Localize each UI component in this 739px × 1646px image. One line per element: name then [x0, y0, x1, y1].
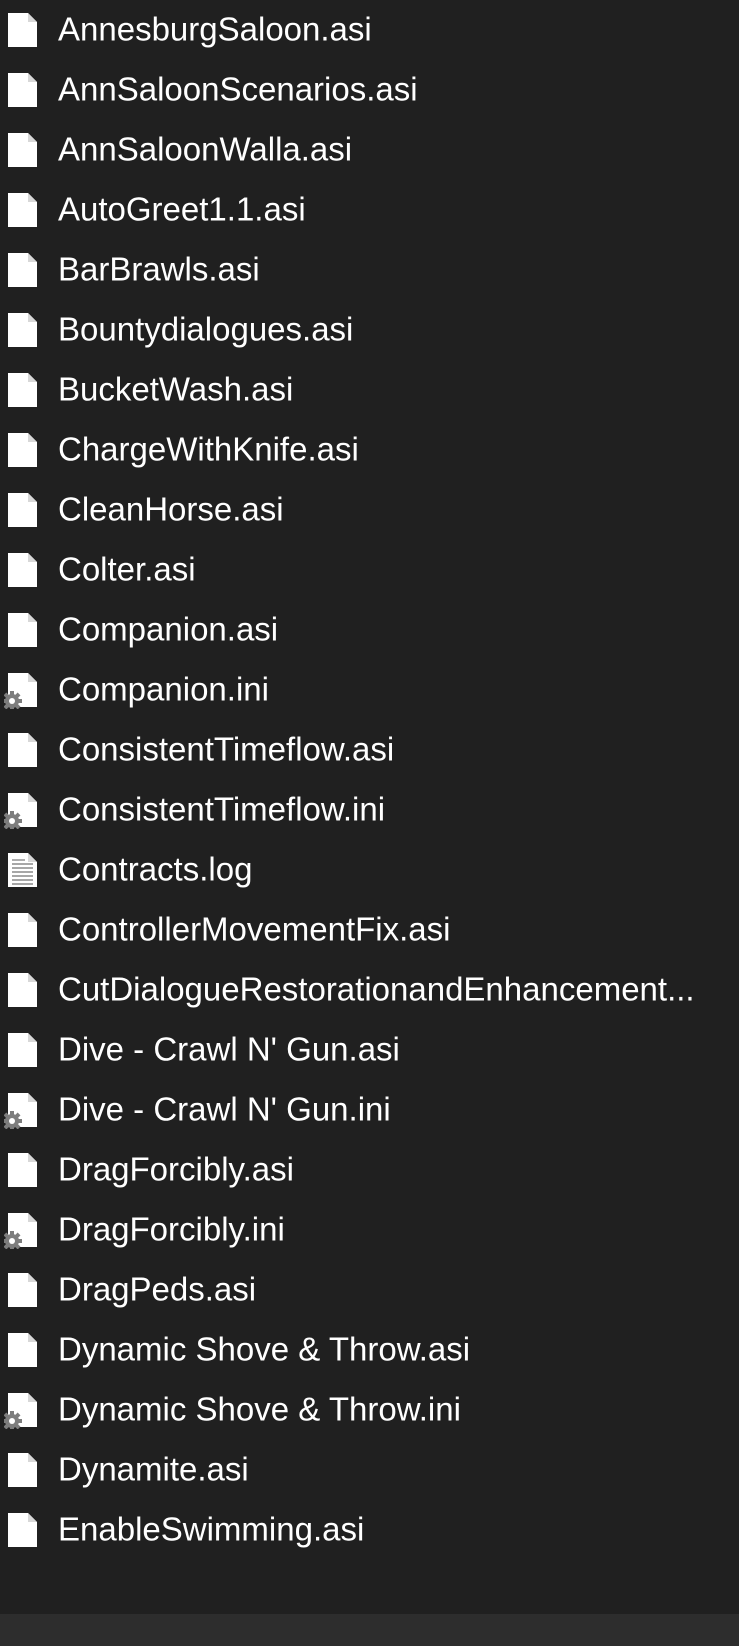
file-name: CutDialogueRestorationandEnhancement... [58, 970, 695, 1008]
file-list-item[interactable]: Companion.ini [0, 660, 739, 720]
file-list-item[interactable]: Dynamite.asi [0, 1440, 739, 1500]
file-list-item[interactable]: Dynamic Shove & Throw.ini [0, 1380, 739, 1440]
file-name: Companion.ini [58, 670, 269, 708]
file-list-item[interactable]: BarBrawls.asi [0, 240, 739, 300]
file-name: Colter.asi [58, 550, 196, 588]
file-list-item[interactable]: AnnSaloonScenarios.asi [0, 60, 739, 120]
file-name: AutoGreet1.1.asi [58, 190, 306, 228]
file-list-item[interactable]: AnnSaloonWalla.asi [0, 120, 739, 180]
file-name: AnnSaloonScenarios.asi [58, 70, 418, 108]
file-list-item[interactable]: Companion.asi [0, 600, 739, 660]
blank-file-icon [4, 1511, 42, 1549]
file-name: Companion.asi [58, 610, 279, 648]
file-list-item[interactable]: ControllerMovementFix.asi [0, 900, 739, 960]
file-name: BarBrawls.asi [58, 250, 260, 288]
file-list-item[interactable]: Colter.asi [0, 540, 739, 600]
file-list-item[interactable]: Dive - Crawl N' Gun.ini [0, 1080, 739, 1140]
blank-file-icon [4, 371, 42, 409]
blank-file-icon [4, 131, 42, 169]
file-name: ControllerMovementFix.asi [58, 910, 451, 948]
file-name: Bountydialogues.asi [58, 310, 354, 348]
blank-file-icon [4, 1271, 42, 1309]
blank-file-icon [4, 71, 42, 109]
blank-file-icon [4, 11, 42, 49]
config-file-icon [2, 791, 42, 831]
text-file-icon [4, 851, 42, 889]
file-name: AnnesburgSaloon.asi [58, 10, 372, 48]
blank-file-icon [4, 251, 42, 289]
blank-file-icon [4, 1031, 42, 1069]
file-list-item[interactable]: AutoGreet1.1.asi [0, 180, 739, 240]
file-name: Dive - Crawl N' Gun.ini [58, 1090, 391, 1128]
file-name: DragForcibly.ini [58, 1210, 285, 1248]
file-name: ChargeWithKnife.asi [58, 430, 359, 468]
file-list: AnnesburgSaloon.asi AnnSaloonScenarios.as… [0, 0, 739, 1610]
file-list-item[interactable]: Bountydialogues.asi [0, 300, 739, 360]
file-name: CleanHorse.asi [58, 490, 284, 528]
file-list-item[interactable]: AnnesburgSaloon.asi [0, 0, 739, 60]
file-list-item[interactable]: ChargeWithKnife.asi [0, 420, 739, 480]
file-list-item[interactable]: BucketWash.asi [0, 360, 739, 420]
file-name: ConsistentTimeflow.asi [58, 730, 395, 768]
file-list-item[interactable]: ConsistentTimeflow.ini [0, 780, 739, 840]
blank-file-icon [4, 1451, 42, 1489]
file-name: EnableSwimming.asi [58, 1510, 365, 1548]
config-file-icon [2, 671, 42, 711]
horizontal-scrollbar[interactable] [0, 1614, 739, 1646]
file-list-item[interactable]: Dynamic Shove & Throw.asi [0, 1320, 739, 1380]
blank-file-icon [4, 911, 42, 949]
blank-file-icon [4, 731, 42, 769]
blank-file-icon [4, 551, 42, 589]
file-name: Contracts.log [58, 850, 253, 888]
config-file-icon [2, 1391, 42, 1431]
file-name: Dynamic Shove & Throw.ini [58, 1390, 461, 1428]
file-name: BucketWash.asi [58, 370, 294, 408]
file-list-item[interactable]: DragForcibly.asi [0, 1140, 739, 1200]
file-list-item[interactable]: CleanHorse.asi [0, 480, 739, 540]
blank-file-icon [4, 431, 42, 469]
file-name: Dynamic Shove & Throw.asi [58, 1330, 471, 1368]
file-name: ConsistentTimeflow.ini [58, 790, 386, 828]
blank-file-icon [4, 311, 42, 349]
file-list-item[interactable]: Dive - Crawl N' Gun.asi [0, 1020, 739, 1080]
config-file-icon [2, 1091, 42, 1131]
file-list-item[interactable]: EnableSwimming.asi [0, 1500, 739, 1560]
blank-file-icon [4, 611, 42, 649]
file-name: AnnSaloonWalla.asi [58, 130, 353, 168]
blank-file-icon [4, 491, 42, 529]
file-name: Dive - Crawl N' Gun.asi [58, 1030, 400, 1068]
config-file-icon [2, 1211, 42, 1251]
blank-file-icon [4, 971, 42, 1009]
file-list-item[interactable]: DragPeds.asi [0, 1260, 739, 1320]
file-list-item[interactable]: ConsistentTimeflow.asi [0, 720, 739, 780]
blank-file-icon [4, 191, 42, 229]
file-name: DragPeds.asi [58, 1270, 257, 1308]
file-list-item[interactable]: Contracts.log [0, 840, 739, 900]
file-list-item[interactable]: DragForcibly.ini [0, 1200, 739, 1260]
blank-file-icon [4, 1151, 42, 1189]
file-name: DragForcibly.asi [58, 1150, 294, 1188]
file-name: Dynamite.asi [58, 1450, 249, 1488]
file-list-item[interactable]: CutDialogueRestorationandEnhancement... [0, 960, 739, 1020]
blank-file-icon [4, 1331, 42, 1369]
